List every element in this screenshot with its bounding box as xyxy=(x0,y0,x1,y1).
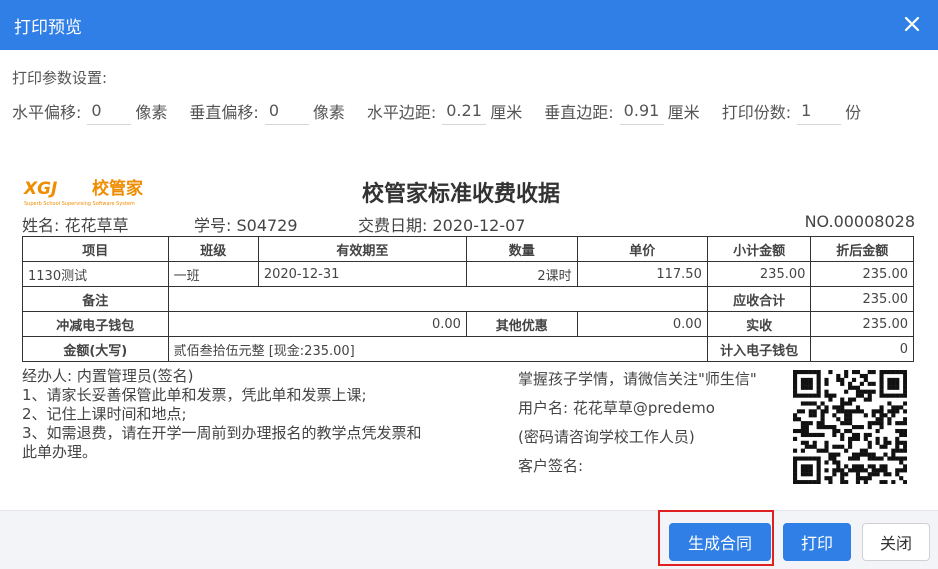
header-class: 班级 xyxy=(167,236,259,262)
h-margin-unit: 厘米 xyxy=(490,103,523,122)
payment-date: 交费日期: 2020-12-07 xyxy=(358,216,526,235)
close-button[interactable]: 关闭 xyxy=(862,523,930,561)
header-unit-price: 单价 xyxy=(576,236,708,262)
header-subtotal: 小计金额 xyxy=(706,236,812,262)
password-hint: (密码请咨询学校工作人员) xyxy=(518,428,695,446)
wallet-in-label: 计入电子钱包 xyxy=(706,336,812,362)
actual-label: 实收 xyxy=(706,311,812,337)
receivable-value: 235.00 xyxy=(810,286,914,312)
school-logo: XGJ 校管家 Superb School Supervising Softwa… xyxy=(22,174,172,208)
v-margin-input[interactable] xyxy=(619,97,664,125)
header-valid-until: 有效期至 xyxy=(257,236,467,262)
v-offset-label: 垂直偏移: xyxy=(189,103,259,122)
h-margin-label: 水平边距: xyxy=(366,103,437,122)
receipt-notes: 经办人: 内置管理员(签名) 1、请家长妥善保管此单和发票，凭此单和发票上课; … xyxy=(22,367,422,462)
wechat-info: 掌握孩子学情，请微信关注"师生信" 用户名: 花花草草@predemo (密码请… xyxy=(518,365,758,481)
handler-signature: 经办人: 内置管理员(签名) xyxy=(22,367,194,385)
copies-input[interactable] xyxy=(797,97,842,125)
note-3: 3、如需退费，请在开学一周前到办理报名的教学点凭发票和此单办理。 xyxy=(22,424,422,461)
v-margin-unit: 厘米 xyxy=(667,103,700,122)
copies-unit: 份 xyxy=(845,103,862,122)
close-icon[interactable] xyxy=(898,10,926,38)
v-offset-unit: 像素 xyxy=(312,103,345,122)
h-margin-input[interactable] xyxy=(442,97,487,125)
note-2: 2、记住上课时间和地点; xyxy=(22,405,187,423)
amount-words-label: 金额(大写) xyxy=(22,336,169,362)
wechat-follow-text: 掌握孩子学情，请微信关注"师生信" xyxy=(518,370,757,388)
h-offset-unit: 像素 xyxy=(135,103,168,122)
print-preview-dialog: 打印预览 打印参数设置: 水平偏移: 像素 垂直偏移: 像素 水平边距: 厘米 … xyxy=(0,0,938,569)
table-header-row: 项目 班级 有效期至 数量 单价 小计金额 折后金额 xyxy=(22,236,914,262)
wallet-in-value: 0 xyxy=(810,336,914,362)
logo-subtitle: Superb School Supervising Software Syste… xyxy=(24,201,135,207)
v-margin-label: 垂直边距: xyxy=(544,103,614,122)
deduction-row: 冲减电子钱包 0.00 其他优惠 0.00 实收 235.00 xyxy=(22,311,914,337)
fee-table: 项目 班级 有效期至 数量 单价 小计金额 折后金额 1130测试 一班 202… xyxy=(22,236,914,362)
remark-value xyxy=(167,286,708,312)
wallet-deduct-value: 0.00 xyxy=(167,311,467,337)
student-number: 学号: S04729 xyxy=(194,216,298,235)
wechat-qr-code xyxy=(793,370,908,485)
wallet-deduct-label: 冲减电子钱包 xyxy=(22,311,169,337)
logo-text: 校管家 xyxy=(92,178,143,199)
amount-words-value: 贰佰叁拾伍元整 [现金:235.00] xyxy=(167,336,708,362)
other-discount-label: 其他优惠 xyxy=(465,311,578,337)
cell-item: 1130测试 xyxy=(22,261,169,287)
cell-valid-until: 2020-12-31 xyxy=(257,261,467,287)
header-item: 项目 xyxy=(22,236,169,262)
logo-mark: XGJ xyxy=(23,179,57,199)
cell-quantity: 2课时 xyxy=(465,261,578,287)
table-row: 1130测试 一班 2020-12-31 2课时 117.50 235.00 2… xyxy=(22,261,914,287)
header-discounted: 折后金额 xyxy=(810,236,914,262)
print-params-label: 打印参数设置: xyxy=(12,69,108,87)
remark-label: 备注 xyxy=(22,286,169,312)
dialog-titlebar: 打印预览 xyxy=(0,0,938,50)
dialog-title: 打印预览 xyxy=(14,18,82,38)
generate-contract-highlight xyxy=(658,510,774,566)
h-offset-label: 水平偏移: xyxy=(12,103,82,122)
cell-subtotal: 235.00 xyxy=(706,261,812,287)
print-params-row: 水平偏移: 像素 垂直偏移: 像素 水平边距: 厘米 垂直边距: 厘米 打印份数… xyxy=(12,96,861,126)
receipt-title: 校管家标准收费收据 xyxy=(362,182,561,207)
copies-label: 打印份数: xyxy=(721,103,792,122)
actual-value: 235.00 xyxy=(810,311,914,337)
print-button[interactable]: 打印 xyxy=(783,523,851,561)
amount-words-row: 金额(大写) 贰佰叁拾伍元整 [现金:235.00] 计入电子钱包 0 xyxy=(22,336,914,362)
v-offset-input[interactable] xyxy=(264,97,309,125)
remark-row: 备注 应收合计 235.00 xyxy=(22,286,914,312)
cell-class: 一班 xyxy=(167,261,259,287)
header-quantity: 数量 xyxy=(465,236,578,262)
h-offset-input[interactable] xyxy=(87,97,132,125)
receipt-number: NO.00008028 xyxy=(804,212,915,231)
student-name: 姓名: 花花草草 xyxy=(22,216,129,235)
receivable-label: 应收合计 xyxy=(706,286,812,312)
cell-unit-price: 117.50 xyxy=(576,261,708,287)
note-1: 1、请家长妥善保管此单和发票，凭此单和发票上课; xyxy=(22,386,367,404)
cell-discounted: 235.00 xyxy=(810,261,914,287)
other-discount-value: 0.00 xyxy=(576,311,708,337)
client-signature: 客户签名: xyxy=(518,457,584,475)
username-text: 用户名: 花花草草@predemo xyxy=(518,399,715,417)
